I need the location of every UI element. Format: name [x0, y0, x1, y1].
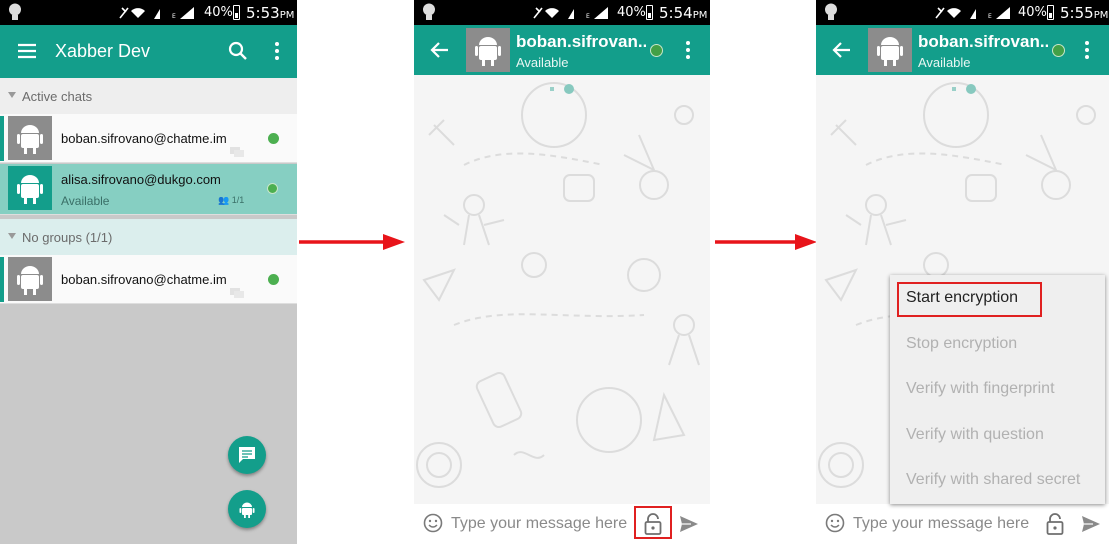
app-title: Xabber Dev — [55, 41, 151, 61]
menu-item-verify-question[interactable]: Verify with question — [906, 426, 1044, 444]
message-compose-bar — [816, 504, 1109, 544]
svg-text:E: E — [586, 13, 590, 20]
account-fab[interactable] — [228, 490, 266, 528]
contact-list-screen: E 40% 5:53PM Xabber Dev Active chats bob… — [0, 0, 297, 544]
battery-percent: 40% — [1018, 5, 1047, 20]
chat-bubble-icon — [230, 288, 244, 298]
highlight-lock-button — [634, 506, 672, 539]
contact-row[interactable]: boban.sifrovano@chatme.im — [0, 114, 297, 163]
menu-item-stop-encryption[interactable]: Stop encryption — [906, 335, 1017, 353]
online-status-dot — [268, 274, 279, 285]
doodle-wallpaper-icon — [416, 82, 700, 488]
notification-bulb-icon — [825, 3, 837, 20]
chat-toolbar: boban.sifrovan... Available — [816, 25, 1109, 75]
signal-wifi-icons: E — [935, 7, 1010, 20]
android-icon — [239, 502, 255, 518]
status-bar: E 40% 5:54PM — [414, 0, 710, 25]
chat-contact-name[interactable]: boban.sifrovan... — [516, 32, 646, 52]
chat-contact-status: Available — [918, 55, 971, 70]
section-label: No groups (1/1) — [22, 230, 113, 245]
chat-toolbar: boban.sifrovan... Available — [414, 25, 710, 75]
account-color-stripe — [0, 257, 4, 302]
battery-percent: 40% — [204, 5, 233, 20]
contact-name: boban.sifrovano@chatme.im — [61, 131, 227, 146]
online-status-dot — [650, 44, 663, 57]
account-color-stripe — [0, 116, 4, 161]
android-avatar-icon[interactable] — [466, 28, 510, 72]
more-vert-icon[interactable] — [1075, 38, 1099, 62]
battery-percent: 40% — [617, 5, 646, 20]
message-input[interactable] — [853, 510, 1033, 538]
search-icon[interactable] — [226, 39, 250, 63]
emoji-icon[interactable] — [825, 513, 845, 533]
battery-icon — [646, 5, 653, 20]
section-label: Active chats — [22, 89, 93, 104]
red-arrow-icon — [715, 234, 817, 250]
contact-row-selected[interactable]: alisa.sifrovano@dukgo.com Available 👥 1/… — [0, 164, 297, 215]
status-bar: E 40% 5:53PM — [0, 0, 297, 25]
message-input[interactable] — [451, 510, 631, 538]
svg-text:E: E — [172, 13, 176, 20]
contact-row[interactable]: boban.sifrovano@chatme.im — [0, 255, 297, 304]
signal-wifi-icons: E — [119, 7, 194, 20]
status-bar: E 40% 5:55PM — [816, 0, 1109, 25]
send-icon[interactable] — [678, 513, 700, 535]
chat-contact-status: Available — [516, 55, 569, 70]
chat-screen: E 40% 5:54PM boban.sifrovan... Available — [414, 0, 710, 544]
clock: 5:55PM — [1060, 4, 1109, 22]
more-vert-icon[interactable] — [265, 39, 289, 63]
chat-bubble-icon — [230, 147, 244, 157]
group-count: 👥 1/1 — [218, 195, 245, 205]
signal-wifi-icons: E — [533, 7, 608, 20]
online-status-dot — [1052, 44, 1065, 57]
new-chat-fab[interactable] — [228, 436, 266, 474]
red-arrow-icon — [299, 234, 405, 250]
contact-name: boban.sifrovano@chatme.im — [61, 272, 227, 287]
notification-bulb-icon — [423, 3, 435, 20]
android-avatar-icon — [8, 166, 52, 210]
back-arrow-icon[interactable] — [830, 38, 854, 62]
chat-contact-name[interactable]: boban.sifrovan... — [918, 32, 1048, 52]
back-arrow-icon[interactable] — [428, 38, 452, 62]
battery-icon — [233, 5, 240, 20]
app-toolbar: Xabber Dev — [0, 25, 297, 78]
section-active-chats[interactable]: Active chats — [0, 78, 297, 114]
clock: 5:54PM — [659, 4, 708, 22]
svg-text:E: E — [988, 13, 992, 20]
android-avatar-icon — [8, 116, 52, 160]
send-icon[interactable] — [1080, 513, 1102, 535]
android-avatar-icon — [8, 257, 52, 301]
menu-item-verify-shared-secret[interactable]: Verify with shared secret — [906, 471, 1080, 489]
online-status-dot — [268, 133, 279, 144]
online-status-dot — [267, 183, 278, 194]
collapse-triangle-icon — [8, 233, 16, 239]
android-avatar-icon[interactable] — [868, 28, 912, 72]
battery-icon — [1047, 5, 1054, 20]
section-no-groups[interactable]: No groups (1/1) — [0, 219, 297, 255]
notification-bulb-icon — [9, 3, 21, 20]
collapse-triangle-icon — [8, 92, 16, 98]
chat-icon — [239, 447, 255, 463]
more-vert-icon[interactable] — [676, 38, 700, 62]
contact-status: Available — [61, 194, 110, 208]
emoji-icon[interactable] — [423, 513, 443, 533]
highlight-start-encryption — [897, 282, 1042, 317]
menu-item-verify-fingerprint[interactable]: Verify with fingerprint — [906, 380, 1055, 398]
chat-background — [414, 75, 710, 504]
contact-name: alisa.sifrovano@dukgo.com — [61, 172, 221, 187]
lock-open-icon[interactable] — [1044, 512, 1066, 536]
clock: 5:53PM — [246, 4, 295, 22]
menu-icon[interactable] — [15, 39, 39, 63]
